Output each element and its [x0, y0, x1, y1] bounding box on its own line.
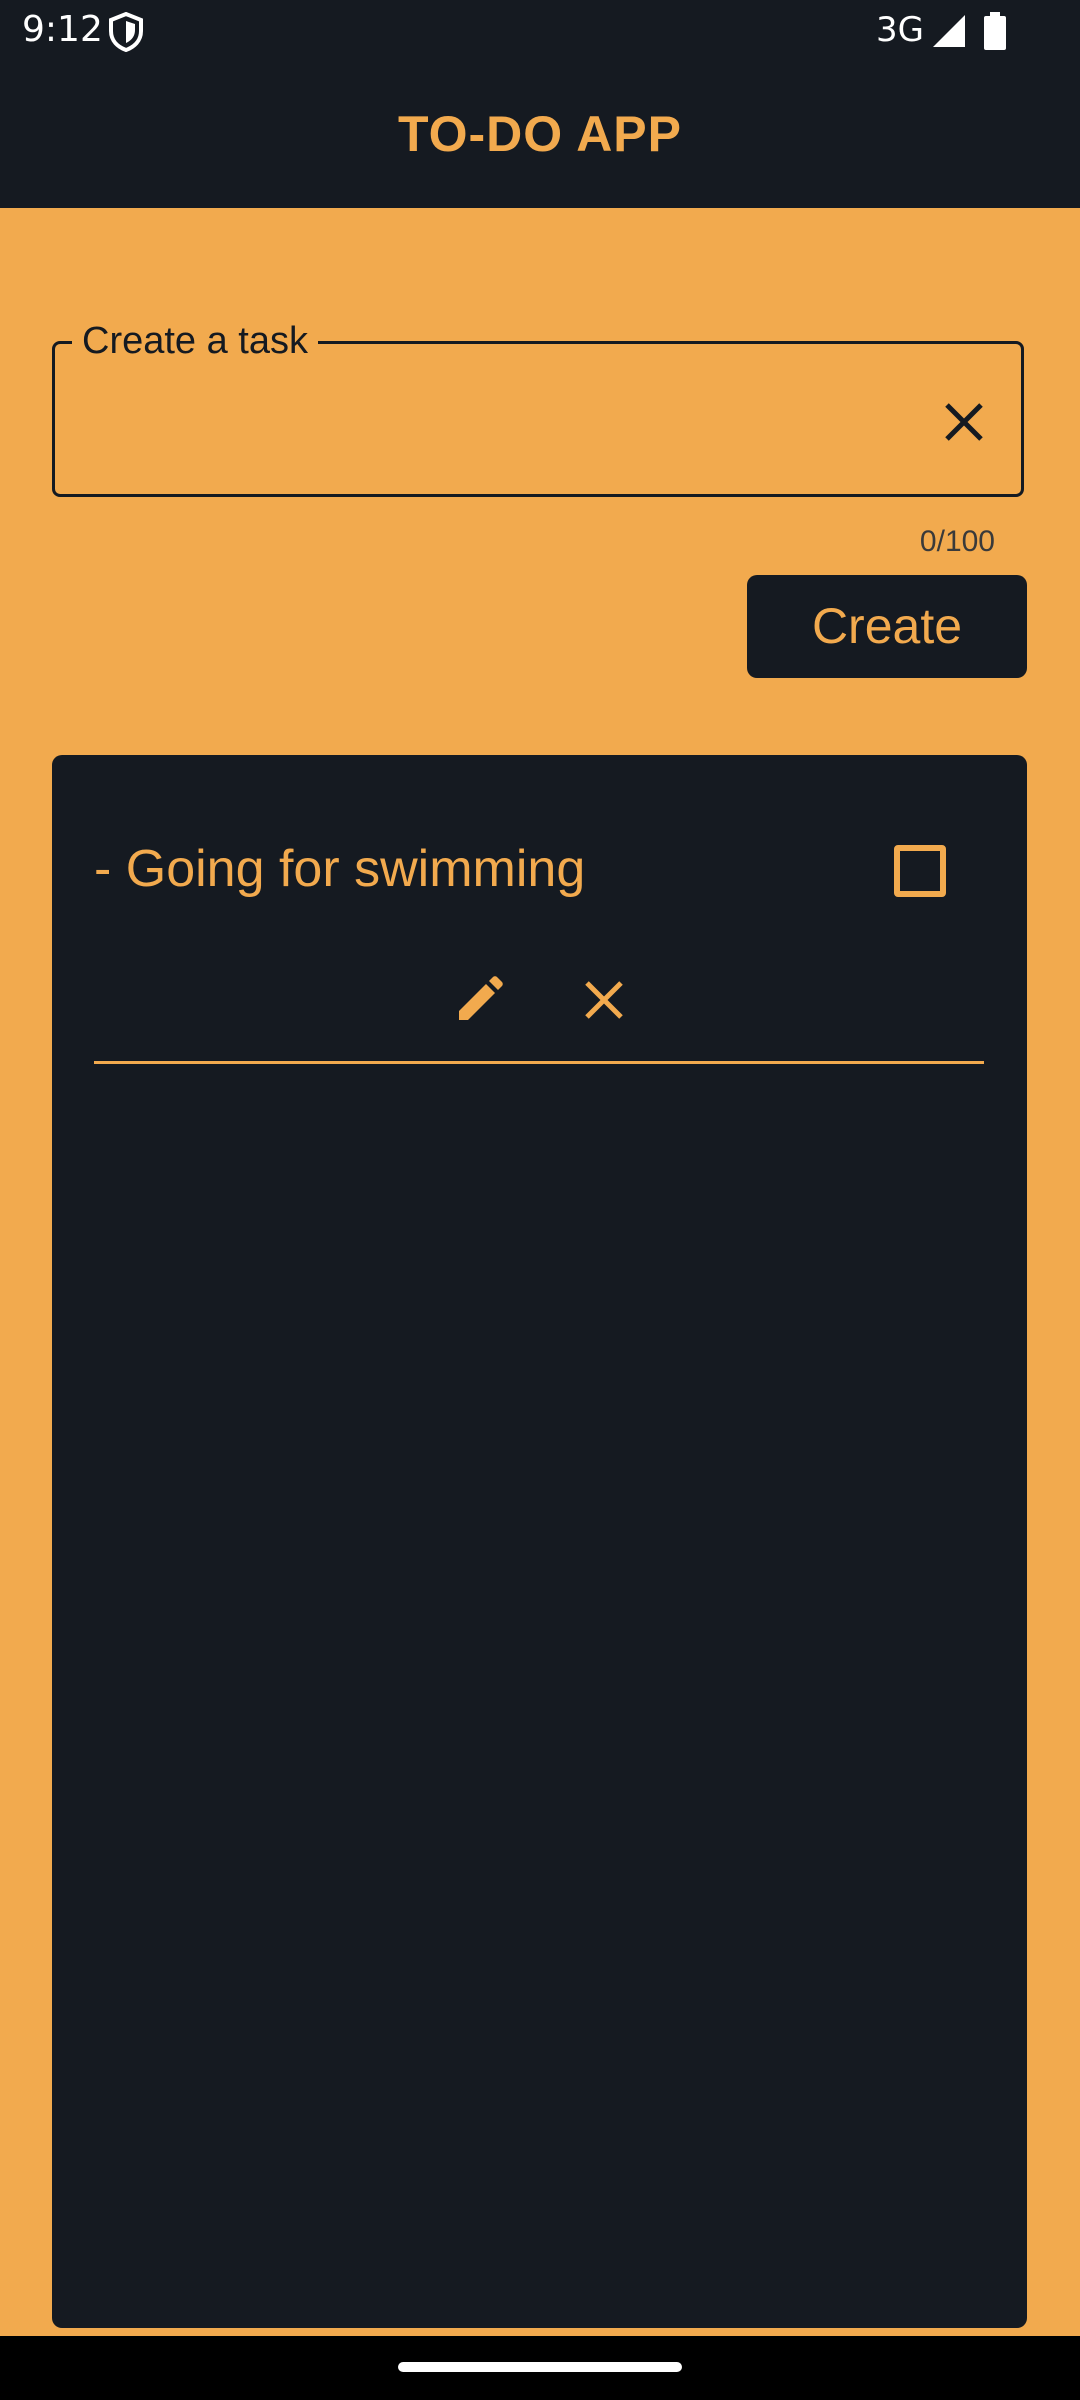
task-input-label: Create a task: [72, 318, 318, 364]
clear-input-button[interactable]: [934, 392, 994, 452]
close-icon: [585, 981, 623, 1019]
edit-task-button[interactable]: [449, 970, 509, 1030]
delete-task-button[interactable]: [574, 970, 634, 1030]
app-bar: TO-DO APP: [0, 62, 1080, 208]
character-counter: 0/100: [919, 525, 995, 558]
status-bar: 9:12 3G: [0, 0, 1080, 62]
page-title: TO-DO APP: [397, 106, 683, 162]
battery-icon: [984, 12, 1006, 50]
network-type: 3G: [876, 10, 924, 50]
signal-icon: [932, 14, 966, 48]
shield-icon: [108, 12, 144, 52]
task-divider: [94, 1061, 984, 1064]
home-indicator[interactable]: [398, 2362, 682, 2372]
navigation-bar: [0, 2336, 1080, 2400]
task-input[interactable]: [80, 370, 904, 472]
task-text: - Going for swimming: [94, 840, 586, 898]
close-icon: [945, 403, 983, 441]
pencil-icon: [459, 976, 503, 1020]
task-checkbox[interactable]: [894, 845, 946, 897]
create-button[interactable]: Create: [747, 575, 1027, 678]
status-time: 9:12: [22, 9, 103, 50]
task-list: - Going for swimming: [52, 755, 1027, 2328]
